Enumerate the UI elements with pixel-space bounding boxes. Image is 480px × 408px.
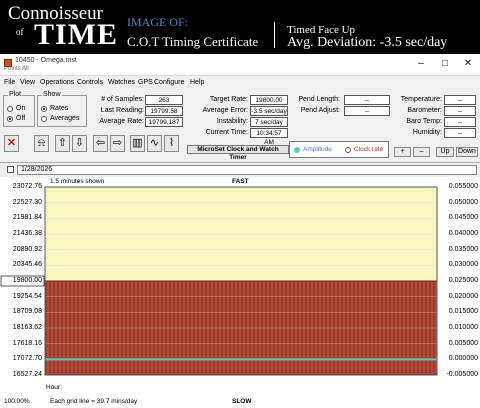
amplitude-legend-label: Amplitude: [303, 146, 332, 153]
humidity-value: --: [444, 128, 476, 138]
scale-plus-button[interactable]: +: [394, 147, 411, 157]
minimize-button[interactable]: –: [412, 56, 430, 72]
menu-controls[interactable]: Controls: [77, 79, 103, 86]
control-panel: Plot On Off Show Rates Averages # of Sam…: [0, 91, 480, 163]
current-time-label: Current Time:: [205, 129, 248, 136]
show-rates-radio[interactable]: [41, 106, 47, 112]
plot-area: [0, 186, 438, 376]
slow-label: SLOW: [232, 398, 252, 405]
plot-group-title: Plot: [8, 91, 23, 98]
average-deviation: Avg. Deviation: -3.5 sec/day: [287, 35, 448, 50]
hour-label: Hour:: [46, 384, 62, 391]
arrow-up-icon[interactable]: ⇧: [55, 135, 70, 152]
scale-minus-button[interactable]: –: [413, 147, 430, 157]
certificate-banner: Connoisseur of TIME IMAGE OF: C.O.T Timi…: [0, 0, 480, 54]
last-reading-value: 19799.58: [145, 106, 183, 116]
arrow-right-icon[interactable]: ⇨: [110, 135, 125, 152]
menu-gps[interactable]: GPS: [138, 79, 153, 86]
current-time-value: 10:34:57 AM: [250, 128, 288, 146]
target-tick-box: [0, 275, 45, 287]
menu-bar: File View Operations Controls Watches GP…: [0, 78, 480, 90]
close-window-button[interactable]: ✕: [459, 56, 477, 72]
pend-adjust-value: --: [344, 106, 390, 116]
series-legend: Amplitude Clock rate: [289, 141, 389, 158]
waveform-icon[interactable]: ∿: [147, 135, 162, 152]
plot-group: Plot On Off: [3, 91, 35, 127]
scale-down-button[interactable]: Down: [456, 147, 478, 157]
target-rate-label: Target Rate:: [209, 96, 248, 103]
average-rate-value: 19799.187: [145, 117, 183, 127]
average-error-value: -3.5 sec/day: [250, 106, 288, 116]
plot-on-radio[interactable]: [7, 106, 13, 112]
average-rate-label: Average Rate:: [99, 118, 144, 125]
arrow-left-icon[interactable]: ⇦: [93, 135, 108, 152]
zoom-level: 100.00%: [4, 398, 30, 405]
instability-value: 7 sec/day: [250, 117, 288, 127]
menu-file[interactable]: File: [4, 79, 15, 86]
bar-chart-icon[interactable]: ▥: [130, 135, 145, 152]
plot-off-radio[interactable]: [7, 116, 13, 122]
date-field[interactable]: 1/28/2026: [17, 165, 477, 175]
temperature-value: --: [444, 95, 476, 105]
barometer-value: --: [444, 106, 476, 116]
amplitude-swatch[interactable]: [294, 147, 300, 153]
timer-app-window: 10450 - Omega.mst Points All – □ ✕ File …: [0, 54, 480, 408]
baro-temp-label: Baro Temp:: [406, 118, 442, 125]
show-averages-radio[interactable]: [41, 116, 47, 122]
rate-chart: 1.5 minutes shown FAST 23072.76 22527.30 2…: [0, 177, 480, 408]
brand-time: TIME: [34, 18, 119, 51]
temperature-label: Temperature:: [400, 96, 442, 103]
maximize-button[interactable]: □: [436, 56, 454, 72]
bell-icon[interactable]: ⍾: [34, 135, 49, 152]
baro-temp-value: --: [444, 117, 476, 127]
certificate-title: C.O.T Timing Certificate: [127, 34, 259, 49]
menu-operations[interactable]: Operations: [40, 79, 74, 86]
barometer-label: Barometer:: [407, 107, 442, 114]
target-rate-value[interactable]: 19800.00: [250, 95, 288, 105]
image-of-label: IMAGE OF:: [127, 15, 189, 29]
window-subtitle: Points All: [4, 66, 29, 72]
pend-length-label: Pend Length:: [298, 96, 340, 103]
arrow-down-icon[interactable]: ⇩: [72, 135, 87, 152]
menu-configure[interactable]: Configure: [154, 79, 184, 86]
banner-divider: [274, 22, 275, 48]
last-reading-label: Last Reading:: [100, 107, 144, 114]
plot-on-label: On: [16, 105, 26, 112]
instability-label: Instability:: [216, 118, 248, 125]
menu-help[interactable]: Help: [190, 79, 204, 86]
show-averages-label: Averages: [50, 115, 80, 122]
stop-icon[interactable]: ✕: [4, 135, 19, 152]
brand-of: of: [16, 27, 24, 37]
microset-label: MicroSet Clock and Watch Timer: [187, 145, 289, 161]
humidity-label: Humidity:: [412, 129, 442, 136]
scale-up-button[interactable]: Up: [436, 147, 454, 157]
date-checkbox[interactable]: [7, 166, 14, 173]
pend-adjust-label: Pend Adjust:: [300, 107, 340, 114]
show-rates-label: Rates: [50, 105, 69, 112]
date-bar: 1/28/2026: [0, 165, 480, 176]
pend-length-value: --: [344, 95, 390, 105]
clock-rate-legend-label: Clock rate: [354, 146, 384, 153]
grid-note: Each grid line = 39.7 mins/day: [50, 398, 138, 405]
average-error-label: Average Error:: [202, 107, 248, 114]
title-bar: 10450 - Omega.mst Points All – □ ✕: [0, 54, 480, 76]
menu-watches[interactable]: Watches: [108, 79, 135, 86]
menu-view[interactable]: View: [20, 79, 35, 86]
clock-rate-swatch[interactable]: [345, 147, 351, 153]
line-chart-icon[interactable]: ⌇: [164, 135, 179, 152]
samples-label: # of Samples:: [101, 96, 144, 103]
show-group-title: Show: [42, 91, 62, 98]
samples-value: 263: [145, 95, 183, 105]
plot-off-label: Off: [16, 115, 26, 122]
show-group: Show Rates Averages: [37, 91, 87, 127]
window-title: 10450 - Omega.mst: [15, 57, 77, 64]
